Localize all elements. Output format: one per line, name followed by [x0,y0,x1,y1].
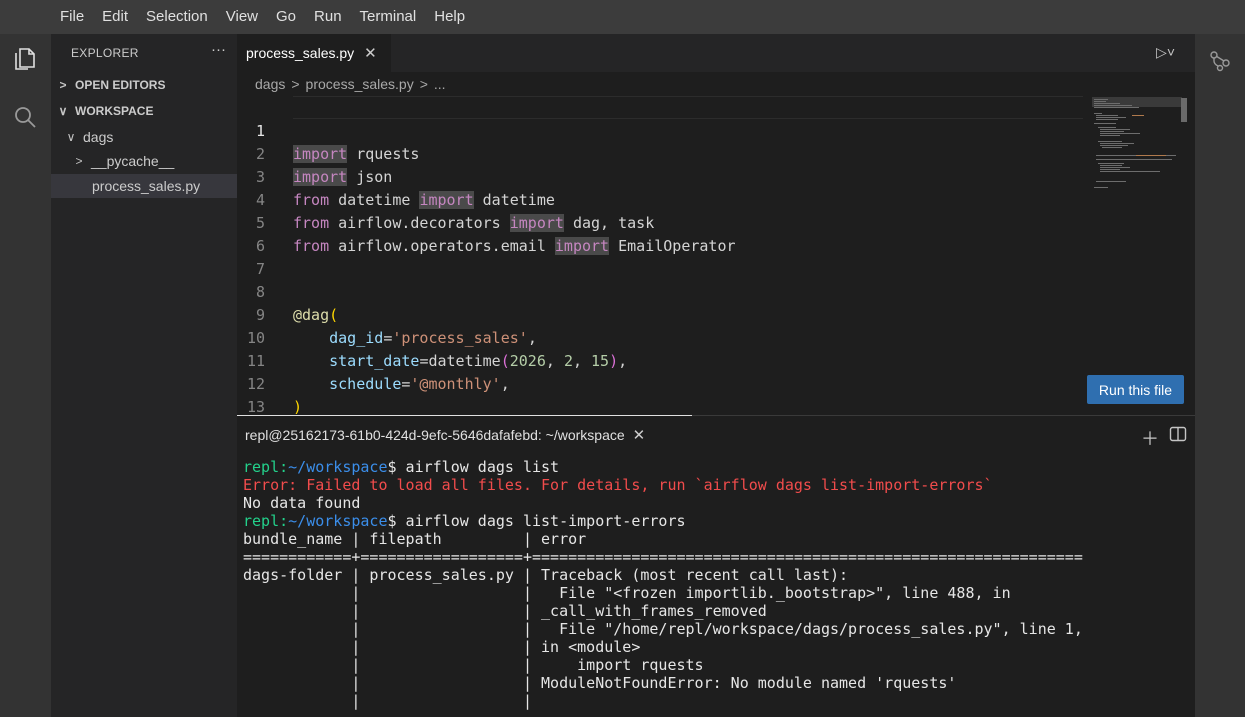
terminal-actions: ＋ [1141,425,1187,451]
table-row: | | ModuleNotFoundError: No module named… [243,674,957,692]
files-icon[interactable] [12,46,38,72]
code-line: 5 from airflow.operators.email import Em… [237,189,1087,255]
code-editor[interactable]: 1 import rquests 2 import json 3 from da… [237,94,1195,415]
menu-go[interactable]: Go [267,0,305,34]
new-terminal-icon[interactable]: ＋ [1141,425,1159,451]
close-icon[interactable]: ✕ [633,426,646,444]
terminal-tab-label: repl@25162173-61b0-424d-9efc-5646dafafeb… [245,426,625,443]
terminal-line: repl:~/workspace$ airflow dags list [243,458,1195,476]
activity-bar [0,34,51,717]
code-line: 1 import rquests [237,97,1087,163]
editor-scrollbar[interactable] [1181,98,1187,122]
prompt-sign: $ [387,458,397,476]
tree-item-label: __pycache__ [91,153,175,169]
code-line: 4 from airflow.decorators import dag, ta… [237,166,1087,232]
code-line: 12 ) [237,350,1087,415]
prompt-user: repl: [243,458,289,476]
table-row: | | File "<frozen importlib._bootstrap>"… [243,584,1011,602]
more-actions-icon[interactable]: ··· [211,41,226,58]
workspace-label: WORKSPACE [75,104,154,118]
breadcrumb-file[interactable]: process_sales.py [306,76,414,92]
explorer-title: EXPLORER [71,46,139,60]
terminal-line: repl:~/workspace$ airflow dags list-impo… [243,512,1195,530]
secondary-side-bar [1195,34,1245,717]
workspace-section[interactable]: ∨ WORKSPACE [51,99,237,123]
open-editors-label: OPEN EDITORS [75,78,166,92]
menu-terminal[interactable]: Terminal [351,0,426,34]
menu-selection[interactable]: Selection [137,0,217,34]
terminal-error-line: Error: Failed to load all files. For det… [243,476,993,494]
code-line: 3 from datetime import datetime [237,143,1087,209]
table-row: | | import rquests [243,656,704,674]
code-line: 13 def process_sales(): [237,373,1087,415]
prompt-user: repl: [243,512,289,530]
menu-file[interactable]: File [51,0,93,34]
table-row: | | [243,692,532,710]
chevron-down-icon: ∨ [66,130,76,144]
command-text: airflow dags list-import-errors [396,512,686,530]
minimap[interactable] [1092,97,1182,192]
menu-help[interactable]: Help [425,0,474,34]
code-line: 14 [237,396,1087,415]
code-line: 7 [237,235,1087,278]
split-terminal-icon[interactable] [1169,425,1187,443]
breadcrumb: dags > process_sales.py > ... [255,76,446,92]
search-icon[interactable] [12,104,38,130]
terminal-output[interactable]: repl:~/workspace$ airflow dags list Erro… [237,453,1195,717]
code-line: 11 schedule='@monthly', [237,327,1087,393]
terminal-tab[interactable]: repl@25162173-61b0-424d-9efc-5646dafafeb… [237,415,692,453]
tree-item-pycache[interactable]: > __pycache__ [51,149,237,173]
prompt-path: ~/workspace [288,512,388,530]
explorer-sidebar: EXPLORER ··· > OPEN EDITORS ∨ WORKSPACE … [51,34,237,717]
table-separator: ============+==================+========… [243,548,1083,566]
code-line: 2 import json [237,120,1087,186]
breadcrumb-separator: > [291,76,300,92]
prompt-sign: $ [387,512,397,530]
terminal-line: No data found [243,494,361,512]
terminal-header: repl@25162173-61b0-424d-9efc-5646dafafeb… [237,415,1195,453]
editor-tab-bar: process_sales.py ✕ ▷˅ [237,34,1195,72]
code-line: 8 @dag( [237,258,1087,324]
close-icon[interactable]: ✕ [364,44,377,62]
table-row: | | File "/home/repl/workspace/dags/proc… [243,620,1083,638]
tree-item-process-sales[interactable]: process_sales.py [51,174,237,198]
chevron-down-icon: ∨ [58,104,68,118]
breadcrumb-separator: > [419,76,428,92]
tree-item-label: dags [83,129,114,145]
menu-edit[interactable]: Edit [93,0,137,34]
chevron-right-icon: > [75,154,83,168]
menu-bar: File Edit Selection View Go Run Terminal… [0,0,1245,34]
code-line: 10 start_date=datetime(2026, 2, 15), [237,304,1087,370]
run-debug-icon[interactable]: ▷˅ [1156,44,1175,61]
tab-process-sales[interactable]: process_sales.py ✕ [237,34,391,72]
code-line: 6 [237,212,1087,255]
menu-run[interactable]: Run [305,0,351,34]
command-text: airflow dags list [396,458,560,476]
tab-label: process_sales.py [246,45,355,61]
open-editors-section[interactable]: > OPEN EDITORS [51,73,237,97]
chevron-right-icon: > [59,78,67,92]
code-line: 9 dag_id='process_sales', [237,281,1087,347]
tree-item-label: process_sales.py [92,178,201,194]
prompt-path: ~/workspace [288,458,388,476]
breadcrumb-symbol[interactable]: ... [434,76,446,92]
menu-view[interactable]: View [217,0,267,34]
source-control-graph-icon[interactable] [1209,50,1231,72]
table-row: dags-folder | process_sales.py | Traceba… [243,566,849,584]
breadcrumb-dags[interactable]: dags [255,76,285,92]
tree-item-dags[interactable]: ∨ dags [51,125,237,149]
table-row: | | in <module> [243,638,641,656]
table-row: | | _call_with_frames_removed [243,602,767,620]
table-header: bundle_name | filepath | error [243,530,587,548]
run-this-file-button[interactable]: Run this file [1087,375,1184,404]
